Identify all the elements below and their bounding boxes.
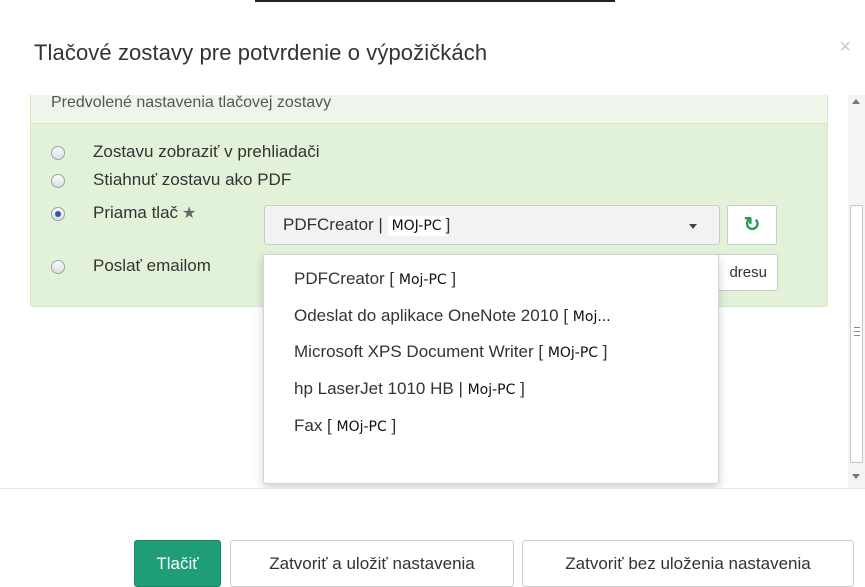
dropdown-item[interactable]: hp LaserJet 1010 HB | Moj-PC ]	[294, 379, 525, 399]
refresh-button[interactable]: ↻	[727, 205, 777, 245]
modal-footer: Tlačiť Zatvoriť a uložiť nastavenia Zatv…	[0, 488, 865, 587]
radio-download-pdf[interactable]	[51, 174, 65, 188]
option-label: Zostavu zobraziť v prehliadači	[93, 142, 320, 161]
option-label: Priama tlač	[93, 203, 179, 222]
item-suffix: ]	[598, 342, 608, 361]
close-save-button[interactable]: Zatvoriť a uložiť nastavenia	[230, 540, 514, 587]
vertical-scrollbar[interactable]	[848, 95, 865, 488]
printer-dropdown-menu: PDFCreator [ Moj-PC ] Odeslat do aplikac…	[263, 254, 719, 484]
item-name: Odeslat do aplikace OneNote 2010 [	[294, 306, 573, 325]
chevron-down-icon	[689, 224, 697, 229]
item-suffix: ]	[515, 379, 525, 398]
print-button[interactable]: Tlačiť	[134, 540, 221, 587]
dropdown-item[interactable]: Odeslat do aplikace OneNote 2010 [ Moj..…	[294, 306, 611, 326]
printer-select[interactable]: PDFCreator | MOJ-PC]	[264, 205, 720, 245]
radio-show-in-browser[interactable]	[51, 146, 65, 160]
option-label: Stiahnuť zostavu ako PDF	[93, 170, 292, 189]
item-name: PDFCreator [	[294, 269, 399, 288]
star-icon[interactable]: ★	[182, 205, 196, 222]
modal-title: Tlačové zostavy pre potvrdenie o výpožič…	[34, 40, 488, 65]
item-suffix: ]	[446, 269, 457, 288]
printer-select-value: PDFCreator | MOJ-PC]	[283, 215, 450, 236]
scroll-down-icon[interactable]	[852, 474, 860, 479]
radio-send-email[interactable]	[51, 260, 65, 274]
item-pc: Moj-PC	[467, 382, 516, 398]
dropdown-item[interactable]: PDFCreator [ Moj-PC ]	[294, 269, 456, 289]
scroll-thumb[interactable]	[850, 205, 863, 463]
item-pc: Moj...	[572, 309, 611, 325]
dropdown-item[interactable]: Microsoft XPS Document Writer [ MOj-PC ]	[294, 342, 608, 362]
item-name: hp LaserJet 1010 HB |	[294, 379, 468, 398]
grip-icon	[854, 327, 860, 336]
item-name: Microsoft XPS Document Writer [	[294, 342, 548, 361]
top-edge-bar	[255, 0, 615, 2]
refresh-icon: ↻	[743, 214, 761, 236]
select-value-pc: MOJ-PC	[387, 216, 446, 236]
option-label: Poslať emailom	[93, 256, 211, 275]
panel-heading: Predvolené nastavenia tlačovej zostavy	[31, 95, 827, 124]
option-label-wrap: Priama tlač ★	[93, 203, 196, 223]
modal-header: Tlačové zostavy pre potvrdenie o výpožič…	[0, 18, 865, 90]
radio-direct-print[interactable]	[51, 207, 65, 221]
item-pc: MOj-PC	[547, 345, 599, 361]
close-icon[interactable]: ×	[839, 36, 851, 59]
dropdown-item[interactable]: Fax [ MOj-PC ]	[294, 416, 396, 436]
modal-body: Predvolené nastavenia tlačovej zostavy Z…	[0, 95, 865, 488]
select-value-prefix: PDFCreator |	[283, 215, 383, 234]
top-edge	[0, 0, 865, 4]
item-pc: MOj-PC	[336, 419, 387, 435]
select-value-suffix: ]	[445, 215, 451, 234]
item-name: Fax [	[294, 416, 337, 435]
scroll-up-icon[interactable]	[852, 99, 860, 104]
close-nosave-button[interactable]: Zatvoriť bez uloženia nastavenia	[522, 540, 854, 587]
item-pc: Moj-PC	[398, 272, 447, 288]
item-suffix: ]	[386, 416, 397, 435]
panel-heading-text: Predvolené nastavenia tlačovej zostavy	[51, 95, 332, 111]
